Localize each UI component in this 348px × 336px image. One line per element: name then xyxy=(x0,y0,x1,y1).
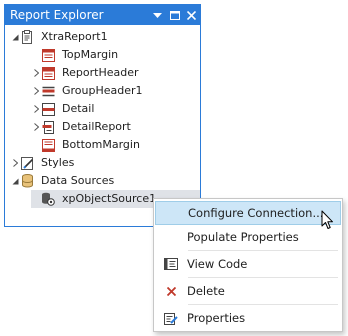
expand-arrow-icon[interactable] xyxy=(10,154,20,172)
menu-separator xyxy=(188,304,338,305)
detail-report-band-icon xyxy=(41,120,55,134)
tree-node-band[interactable]: GroupHeader1 xyxy=(31,82,145,100)
tree-label: Data Sources xyxy=(41,174,115,187)
styles-icon xyxy=(20,156,34,170)
tree-label: BottomMargin xyxy=(62,138,140,151)
panel-titlebar: Report Explorer xyxy=(5,5,200,25)
tree-label: XtraReport1 xyxy=(41,30,108,43)
menu-separator xyxy=(188,250,338,251)
expand-arrow-icon[interactable] xyxy=(31,64,41,82)
close-icon[interactable] xyxy=(183,5,200,25)
properties-icon xyxy=(155,312,187,325)
tree-node-styles[interactable]: Styles xyxy=(10,154,76,172)
tree-label: xpObjectSource1 xyxy=(62,192,157,205)
tree-node-root[interactable]: XtraReport1 xyxy=(10,28,110,46)
collapse-arrow-icon[interactable] xyxy=(10,28,20,46)
expand-arrow-icon[interactable] xyxy=(31,82,41,100)
delete-x-icon xyxy=(155,286,187,296)
expand-arrow-icon[interactable] xyxy=(31,100,41,118)
menu-separator xyxy=(188,277,338,278)
tree-node-data-sources[interactable]: Data Sources xyxy=(10,172,116,190)
context-menu: Configure Connection... Populate Propert… xyxy=(153,198,343,332)
detail-band-icon xyxy=(41,102,55,116)
tree-label: Styles xyxy=(41,156,75,169)
menu-item-view-code[interactable]: View Code xyxy=(155,252,341,276)
menu-item-delete[interactable]: Delete xyxy=(155,279,341,303)
database-icon xyxy=(20,174,34,188)
tree-node-band[interactable]: DetailReport xyxy=(31,118,133,136)
collapse-arrow-icon[interactable] xyxy=(10,172,20,190)
menu-item-populate-properties[interactable]: Populate Properties xyxy=(155,225,341,249)
tree-label: GroupHeader1 xyxy=(62,84,143,97)
report-header-band-icon xyxy=(41,66,55,80)
report-icon xyxy=(20,30,34,44)
panel-title: Report Explorer xyxy=(10,8,104,22)
code-view-icon xyxy=(155,258,187,270)
tree-label: TopMargin xyxy=(62,48,119,61)
maximize-icon[interactable] xyxy=(166,5,183,25)
tree-node-band[interactable]: TopMargin xyxy=(31,46,120,64)
bottom-margin-band-icon xyxy=(41,138,55,152)
menu-item-properties[interactable]: Properties xyxy=(155,306,341,330)
tree-node-band[interactable]: ReportHeader xyxy=(31,64,141,82)
report-explorer-panel: Report Explorer XtraReport1 TopMargin Re… xyxy=(4,4,201,227)
mouse-cursor-icon xyxy=(321,210,334,233)
menu-item-configure-connection[interactable]: Configure Connection... xyxy=(155,201,341,225)
tree-label: ReportHeader xyxy=(62,66,139,79)
group-header-band-icon xyxy=(41,84,55,98)
top-margin-band-icon xyxy=(41,48,55,62)
tree-label: DetailReport xyxy=(62,120,131,133)
tree-node-band[interactable]: BottomMargin xyxy=(31,136,142,154)
object-source-icon xyxy=(41,192,55,206)
tree-label: Detail xyxy=(62,102,95,115)
expand-arrow-icon[interactable] xyxy=(31,118,41,136)
tree-node-band[interactable]: Detail xyxy=(31,100,96,118)
dropdown-icon[interactable] xyxy=(149,5,166,25)
